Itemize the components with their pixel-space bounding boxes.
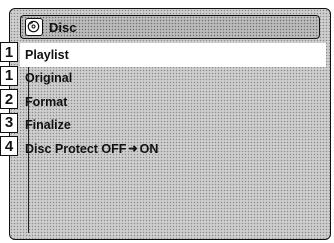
menu-item-label-prefix: Disc Protect OFF (25, 141, 127, 156)
step-badge: 1 (0, 65, 18, 86)
step-badge: 4 (0, 136, 18, 156)
menu-item-label: Original (25, 71, 73, 86)
menu-item-format[interactable]: Format (20, 90, 326, 114)
page-title: Disc (49, 19, 77, 35)
menu-item-label-suffix: ON (139, 141, 159, 156)
menu-item-label: Playlist (25, 47, 69, 62)
right-arrow-icon: ➜ (128, 143, 138, 156)
disc-menu: Playlist Original Format Finalize Disc P… (20, 43, 326, 161)
menu-item-disc-protect[interactable]: Disc Protect OFF ➜ ON (20, 137, 326, 161)
step-badge: 1 (0, 42, 18, 62)
step-badge: 2 (0, 89, 18, 109)
menu-item-original[interactable]: Original (20, 67, 326, 91)
disc-icon (25, 18, 43, 36)
step-badges: 1 1 2 3 4 (0, 42, 20, 160)
menu-item-playlist[interactable]: Playlist (20, 43, 326, 67)
title-bar: Disc (20, 15, 320, 39)
menu-item-finalize[interactable]: Finalize (20, 114, 326, 138)
menu-item-label: Finalize (25, 118, 71, 133)
step-badge: 3 (0, 112, 18, 133)
menu-item-label: Format (25, 94, 68, 109)
